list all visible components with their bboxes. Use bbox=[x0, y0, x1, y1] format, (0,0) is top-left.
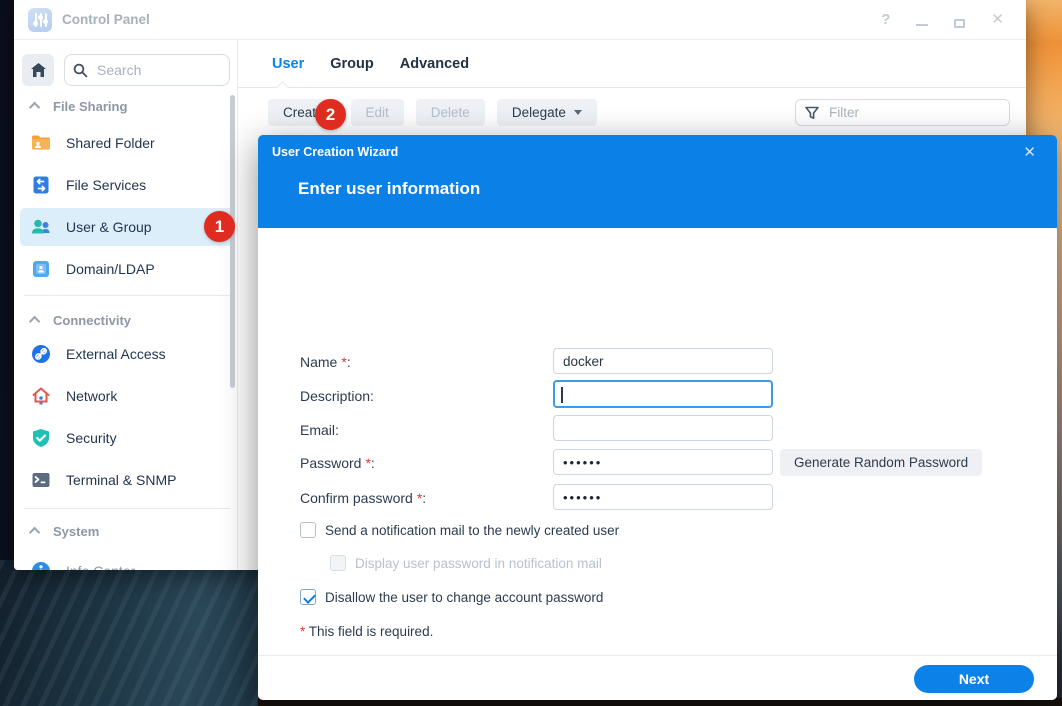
sidebar-scrollbar[interactable] bbox=[230, 95, 235, 388]
sidebar-item-network[interactable]: Network bbox=[20, 377, 234, 415]
search-input[interactable] bbox=[95, 61, 205, 79]
desktop: Control Panel ? ✕ bbox=[0, 0, 1062, 706]
chevron-up-icon bbox=[29, 316, 40, 327]
password-label: Password*: bbox=[300, 455, 375, 471]
edit-button[interactable]: Edit bbox=[351, 99, 404, 126]
email-label: Email: bbox=[300, 422, 339, 438]
domain-ldap-icon bbox=[30, 258, 52, 280]
next-button[interactable]: Next bbox=[914, 665, 1034, 693]
email-field[interactable] bbox=[553, 415, 773, 441]
filter-funnel-icon bbox=[805, 106, 819, 120]
dialog-header: User Creation Wizard ✕ Enter user inform… bbox=[258, 135, 1057, 228]
sidebar-divider bbox=[24, 295, 230, 296]
send-notification-checkbox-row[interactable]: Send a notification mail to the newly cr… bbox=[300, 522, 619, 538]
dialog-heading: Enter user information bbox=[298, 179, 480, 199]
sidebar-search[interactable] bbox=[64, 54, 230, 86]
dialog-title: User Creation Wizard bbox=[272, 145, 398, 159]
titlebar: Control Panel ? ✕ bbox=[14, 0, 1026, 40]
text-cursor bbox=[561, 387, 563, 403]
home-button[interactable] bbox=[22, 54, 54, 86]
dialog-body: Name*: Description: Email: Password*: Ge… bbox=[258, 228, 1057, 655]
annotation-step-1-badge: 1 bbox=[204, 211, 235, 242]
generate-random-password-button[interactable]: Generate Random Password bbox=[780, 449, 982, 476]
dialog-footer: Next bbox=[258, 655, 1057, 700]
tab-bar: User Group Advanced bbox=[238, 40, 1026, 88]
window-title: Control Panel bbox=[62, 12, 150, 27]
description-field[interactable] bbox=[553, 380, 773, 408]
sidebar-item-user-group[interactable]: User & Group bbox=[20, 208, 234, 246]
user-group-icon bbox=[30, 216, 52, 238]
desktop-wallpaper-bottom-left bbox=[0, 560, 272, 706]
network-icon bbox=[30, 385, 52, 407]
tab-group[interactable]: Group bbox=[330, 56, 374, 72]
close-icon[interactable]: ✕ bbox=[991, 9, 1004, 31]
sidebar-item-external-access[interactable]: External Access bbox=[20, 335, 234, 373]
checkbox-unchecked-icon[interactable] bbox=[300, 522, 316, 538]
security-shield-icon bbox=[30, 427, 52, 449]
chevron-up-icon bbox=[29, 102, 40, 113]
password-field[interactable] bbox=[553, 449, 773, 475]
section-system[interactable]: System bbox=[32, 521, 99, 541]
checkbox-checked-icon[interactable] bbox=[300, 589, 316, 605]
help-icon[interactable]: ? bbox=[881, 9, 890, 31]
name-label: Name*: bbox=[300, 354, 351, 370]
required-field-note: * This field is required. bbox=[300, 624, 433, 639]
confirm-password-label: Confirm password*: bbox=[300, 490, 426, 506]
tab-user[interactable]: User bbox=[272, 56, 304, 72]
annotation-step-2-badge: 2 bbox=[315, 99, 346, 130]
sidebar: File Sharing Shared Folder File Services bbox=[14, 40, 238, 570]
shared-folder-icon bbox=[30, 132, 52, 154]
active-tab-notch bbox=[276, 81, 289, 94]
sidebar-item-info-center[interactable]: Info Center bbox=[20, 552, 234, 570]
chevron-down-icon bbox=[574, 110, 582, 115]
dialog-close-icon[interactable]: ✕ bbox=[1023, 143, 1036, 161]
minimize-icon[interactable] bbox=[916, 24, 928, 26]
display-password-checkbox-row[interactable]: Display user password in notification ma… bbox=[330, 555, 602, 571]
terminal-icon bbox=[30, 469, 52, 491]
chevron-up-icon bbox=[29, 527, 40, 538]
info-center-icon bbox=[30, 560, 52, 570]
sidebar-item-terminal-snmp[interactable]: Terminal & SNMP bbox=[20, 461, 234, 499]
filter-input[interactable] bbox=[827, 104, 977, 121]
checkbox-disabled-icon[interactable] bbox=[330, 555, 346, 571]
delete-button[interactable]: Delete bbox=[416, 99, 485, 126]
disallow-change-password-checkbox-row[interactable]: Disallow the user to change account pass… bbox=[300, 589, 603, 605]
control-panel-icon bbox=[28, 8, 52, 32]
file-services-icon bbox=[30, 174, 52, 196]
confirm-password-field[interactable] bbox=[553, 484, 773, 510]
external-access-icon bbox=[30, 343, 52, 365]
search-icon bbox=[73, 63, 88, 78]
section-connectivity[interactable]: Connectivity bbox=[32, 310, 131, 330]
tab-advanced[interactable]: Advanced bbox=[400, 56, 469, 72]
sidebar-item-security[interactable]: Security bbox=[20, 419, 234, 457]
sidebar-item-domain-ldap[interactable]: Domain/LDAP bbox=[20, 250, 234, 288]
maximize-icon[interactable] bbox=[954, 19, 965, 28]
user-creation-wizard-dialog: User Creation Wizard ✕ Enter user inform… bbox=[258, 135, 1057, 700]
name-field[interactable] bbox=[553, 348, 773, 374]
sidebar-divider bbox=[24, 508, 230, 509]
description-label: Description: bbox=[300, 388, 374, 404]
filter-box[interactable] bbox=[795, 99, 1010, 126]
section-file-sharing[interactable]: File Sharing bbox=[32, 96, 127, 116]
sidebar-item-file-services[interactable]: File Services bbox=[20, 166, 234, 204]
delegate-button[interactable]: Delegate bbox=[497, 99, 597, 126]
home-icon bbox=[30, 62, 47, 78]
sidebar-item-shared-folder[interactable]: Shared Folder bbox=[20, 124, 234, 162]
